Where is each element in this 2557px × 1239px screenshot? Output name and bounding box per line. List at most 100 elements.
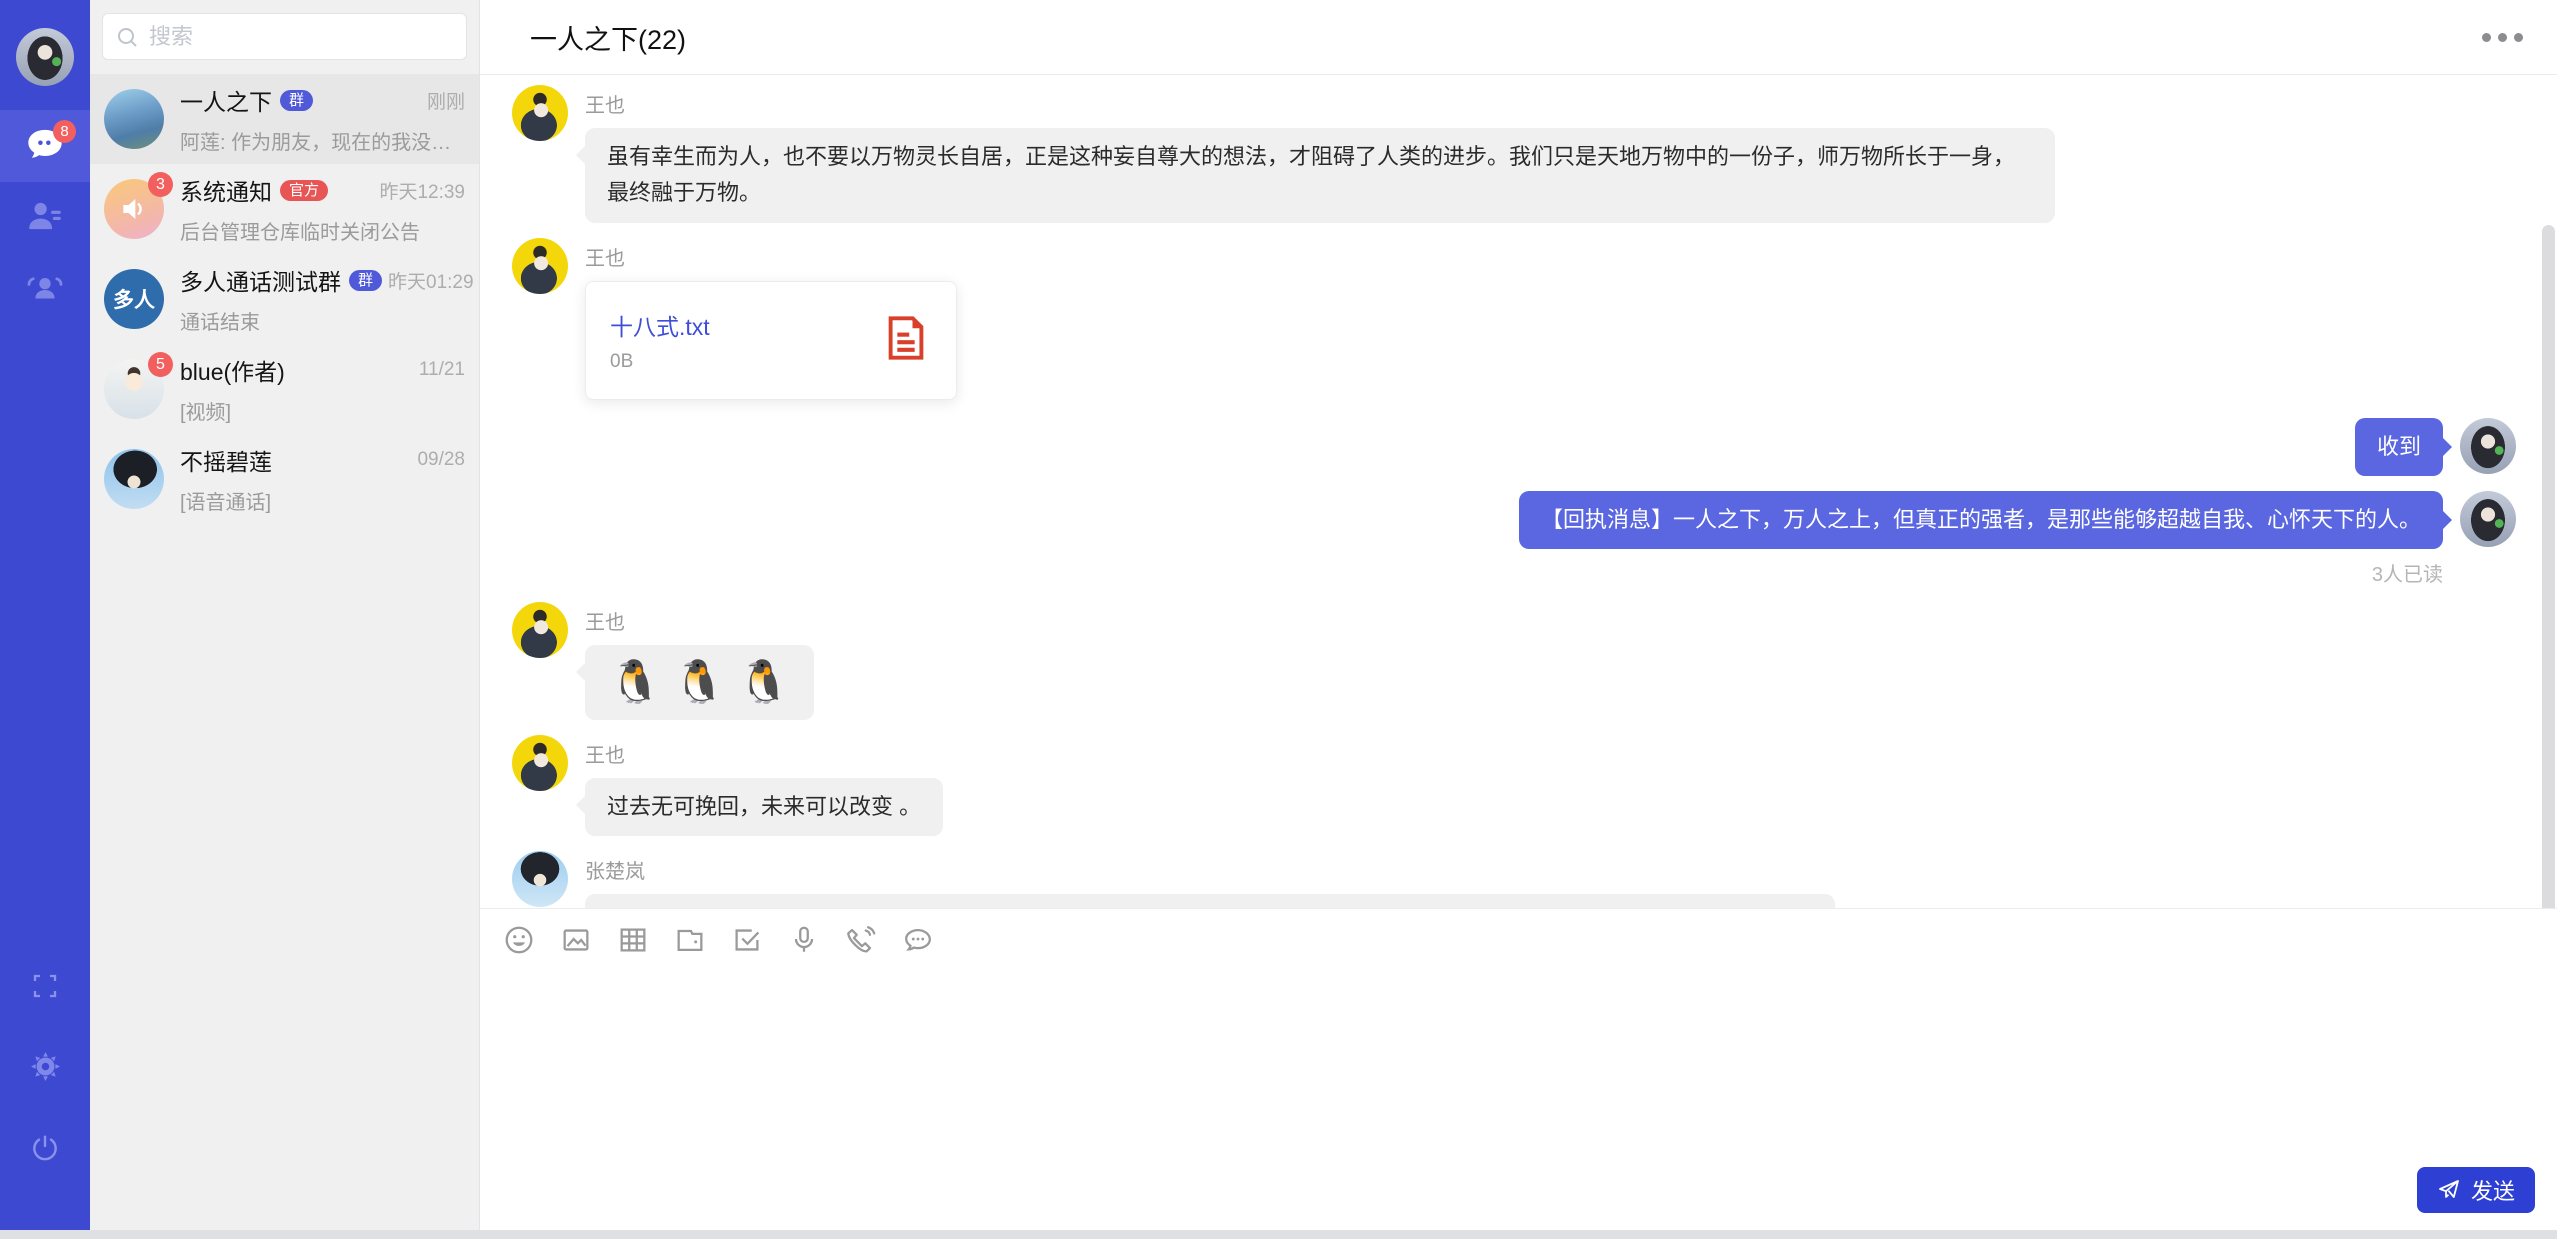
groups-icon	[24, 267, 66, 314]
message-author: 王也	[585, 606, 625, 635]
chat-time: 昨天12:39	[373, 177, 465, 204]
sticker-bubble[interactable]: 🐧🐧🐧	[585, 645, 814, 719]
fullscreen-icon	[30, 988, 60, 1005]
emoji-icon	[502, 923, 536, 957]
chat-name: 一人之下	[180, 83, 272, 117]
avatar[interactable]	[512, 602, 568, 658]
message-row: 张楚岚 作为朋友，现在的我没法保证救你逃出生天，我能保证的只有...如果你真的会…	[512, 851, 2516, 908]
chat-more-button[interactable]	[901, 923, 935, 957]
send-label: 发送	[2471, 1174, 2515, 1206]
phone-icon	[844, 923, 878, 957]
phone-button[interactable]	[844, 923, 878, 957]
message-row: 王也 虽有幸生而为人，也不要以万物灵长自居，正是这种妄自尊大的想法，才阻碍了人类…	[512, 85, 2516, 223]
message-row: 王也 🐧🐧🐧	[512, 602, 2516, 719]
chat-time: 11/21	[413, 359, 465, 381]
search-area	[90, 0, 479, 74]
power-button[interactable]	[29, 1132, 61, 1169]
file-message-card[interactable]: 十八式.txt 0B	[585, 281, 957, 400]
unread-badge: 5	[148, 352, 173, 377]
chat-preview: [语音通话]	[180, 486, 465, 515]
horizontal-scrollbar[interactable]	[0, 1230, 2557, 1239]
settings-button[interactable]	[29, 1050, 62, 1088]
checkbox-button[interactable]	[730, 923, 764, 957]
file-doc-icon	[880, 312, 932, 369]
read-status: 3人已读	[2372, 558, 2443, 587]
emoji-button[interactable]	[502, 923, 536, 957]
official-badge: 官方	[280, 180, 328, 201]
vertical-scrollbar[interactable]	[2542, 225, 2555, 908]
file-size: 0B	[610, 351, 866, 373]
mic-button[interactable]	[787, 923, 821, 957]
chat-time: 09/28	[411, 449, 465, 471]
chat-time: 昨天01:29	[382, 267, 474, 294]
fullscreen-button[interactable]	[30, 971, 60, 1006]
folder-button[interactable]	[673, 923, 707, 957]
chat-name: 多人通话测试群	[180, 263, 341, 297]
mic-icon	[787, 923, 821, 957]
left-rail: 8	[0, 0, 90, 1239]
power-icon	[29, 1151, 61, 1168]
message-author: 张楚岚	[585, 855, 645, 884]
message-row-own: 【回执消息】一人之下，万人之上，但真正的强者，是那些能够超越自我、心怀天下的人。…	[512, 491, 2516, 587]
group-badge: 群	[349, 270, 382, 291]
chat-preview: [视频]	[180, 396, 465, 425]
message-input[interactable]	[480, 970, 2557, 1161]
message-bubble[interactable]: 【回执消息】一人之下，万人之上，但真正的强者，是那些能够超越自我、心怀天下的人。	[1519, 491, 2443, 549]
avatar[interactable]	[2460, 491, 2516, 547]
avatar[interactable]	[512, 851, 568, 907]
chat-name: blue(作者)	[180, 353, 285, 387]
nav-contacts[interactable]	[0, 182, 90, 254]
message-author: 王也	[585, 89, 625, 118]
chat-list-item-buyaobilian[interactable]: 不摇碧莲 09/28 [语音通话]	[90, 434, 479, 524]
chat-list-item-multicall[interactable]: 多人 多人通话测试群 群 昨天01:29 通话结束	[90, 254, 479, 344]
nav-groups[interactable]	[0, 254, 90, 326]
message-bubble[interactable]: 作为朋友，现在的我没法保证救你逃出生天，我能保证的只有...如果你真的会遭遇到什…	[585, 894, 1835, 908]
send-plane-icon	[2437, 1178, 2461, 1202]
chat-name: 系统通知	[180, 173, 272, 207]
file-name[interactable]: 十八式.txt	[610, 308, 866, 342]
chat-avatar: 5	[104, 359, 164, 419]
chat-list-item-yirenzhixia[interactable]: 一人之下 群 刚刚 阿莲: 作为朋友，现在的我没法...	[90, 74, 479, 164]
rail-bottom	[29, 971, 62, 1169]
chat-avatar: 多人	[104, 269, 164, 329]
message-bubble[interactable]: 收到	[2355, 418, 2443, 476]
send-button[interactable]: 发送	[2417, 1167, 2535, 1213]
avatar[interactable]	[512, 735, 568, 791]
chat-preview: 通话结束	[180, 306, 465, 335]
search-icon	[115, 25, 139, 49]
send-row: 发送	[480, 1161, 2557, 1239]
chat-title: 一人之下(22)	[530, 18, 686, 57]
unread-total-badge: 8	[53, 120, 76, 143]
message-author: 王也	[585, 739, 625, 768]
message-list: 王也 虽有幸生而为人，也不要以万物灵长自居，正是这种妄自尊大的想法，才阻碍了人类…	[480, 75, 2557, 908]
chat-items: 一人之下 群 刚刚 阿莲: 作为朋友，现在的我没法... 3 系统通知 官方	[90, 74, 479, 524]
grid-button[interactable]	[616, 923, 650, 957]
message-bubble[interactable]: 过去无可挽回，未来可以改变 。	[585, 778, 943, 836]
more-menu-icon[interactable]	[2482, 21, 2523, 54]
image-button[interactable]	[559, 923, 593, 957]
image-icon	[559, 923, 593, 957]
avatar[interactable]	[512, 85, 568, 141]
search-input[interactable]	[102, 13, 467, 60]
chat-avatar	[104, 89, 164, 149]
chat-avatar	[104, 449, 164, 509]
chat-time: 刚刚	[421, 87, 465, 114]
chat-list-item-blue[interactable]: 5 blue(作者) 11/21 [视频]	[90, 344, 479, 434]
message-bubble[interactable]: 虽有幸生而为人，也不要以万物灵长自居，正是这种妄自尊大的想法，才阻碍了人类的进步…	[585, 128, 2055, 223]
avatar[interactable]	[2460, 418, 2516, 474]
group-badge: 群	[280, 90, 313, 111]
folder-icon	[673, 923, 707, 957]
rail-nav: 8	[0, 110, 90, 326]
message-row-own: 收到	[512, 418, 2516, 476]
app-window: 8	[0, 0, 2557, 1239]
chat-avatar: 3	[104, 179, 164, 239]
settings-icon	[29, 1070, 62, 1087]
nav-chats[interactable]: 8	[0, 110, 90, 182]
chat-preview: 阿莲: 作为朋友，现在的我没法...	[180, 126, 465, 155]
composer-toolbar	[480, 908, 2557, 970]
checkbox-icon	[730, 923, 764, 957]
chat-pane: 一人之下(22) 王也 虽有幸生而为人，也不要以万物灵长自居，正是这种妄自尊大的…	[480, 0, 2557, 1239]
chat-list-item-system[interactable]: 3 系统通知 官方 昨天12:39 后台管理仓库临时关闭公告	[90, 164, 479, 254]
user-avatar[interactable]	[16, 28, 74, 86]
avatar[interactable]	[512, 238, 568, 294]
